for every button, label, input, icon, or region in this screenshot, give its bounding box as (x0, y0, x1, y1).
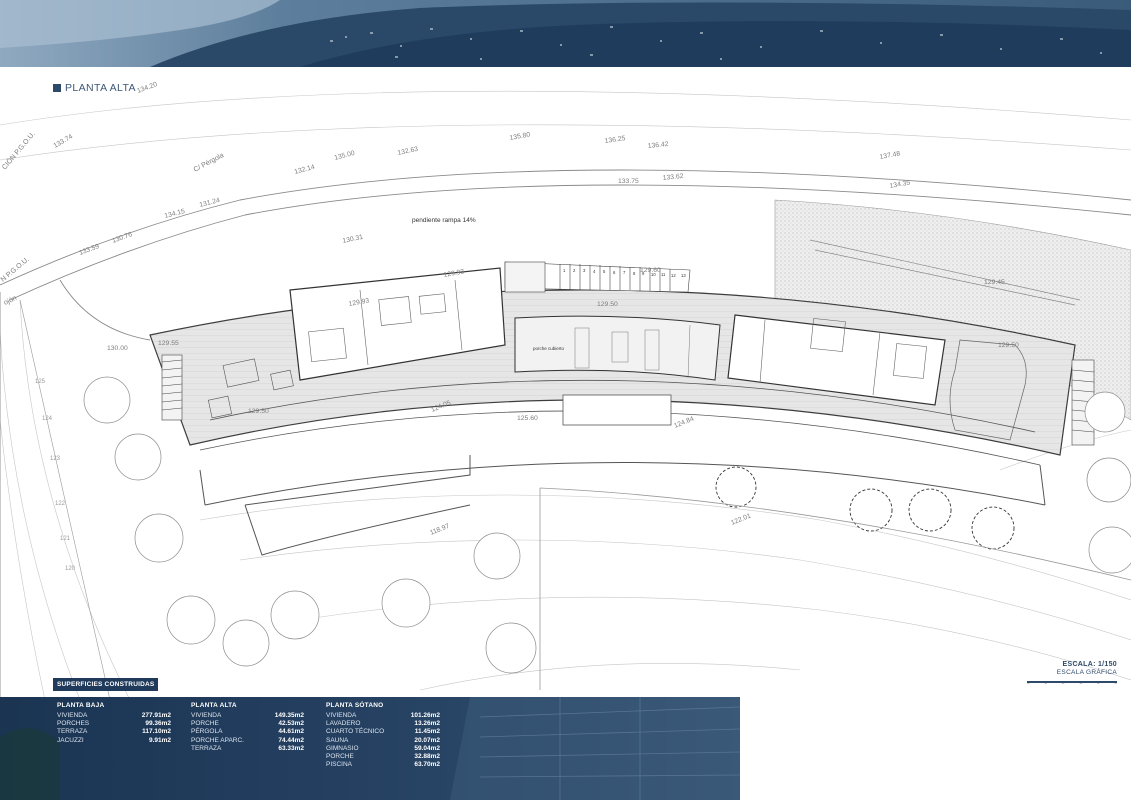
svg-text:130.31: 130.31 (342, 234, 364, 245)
area-row: PÉRGOLA 44.61m2 (191, 728, 304, 736)
site-plan-drawing: 1 2 3 4 5 6 7 8 9 10 11 12 13 C/ Pérgola… (0, 81, 1131, 697)
area-row: VIVIENDA 277.91m2 (57, 712, 171, 719)
shrubs (715, 466, 1015, 550)
areas-planta-baja: PLANTA BAJA VIVIENDA 277.91m2 PORCHES 99.3… (57, 702, 171, 745)
areas-heading: SUPERFICIES CONSTRUIDAS (53, 678, 159, 691)
svg-text:124: 124 (42, 416, 53, 422)
areas-planta-alta: PLANTA ALTA VIVIENDA 149.35m2 PORCHE 42.53… (191, 702, 304, 753)
pgou-label-3: ojón (3, 295, 18, 307)
svg-text:122: 122 (55, 501, 66, 507)
scale-indicator: ESCALA: 1/150 ESCALA GRÁFICA 012 345 (1027, 661, 1117, 692)
svg-text:130.00: 130.00 (107, 345, 128, 352)
svg-text:133.59: 133.59 (78, 243, 100, 257)
svg-text:129.55: 129.55 (158, 340, 179, 347)
area-row: CUARTO TÉCNICO 11.45m2 (326, 728, 440, 736)
svg-text:122.01: 122.01 (730, 512, 752, 526)
aerial-photo-graphic (0, 0, 1131, 67)
svg-text:134.20: 134.20 (136, 81, 158, 95)
pgou-label-2: N P.G.O.U. (0, 256, 31, 284)
planta-alta-title: PLANTA ALTA (191, 702, 237, 709)
svg-text:129.50: 129.50 (597, 301, 618, 308)
svg-text:129.50: 129.50 (998, 342, 1019, 349)
street-name-label: C/ Pérgola (193, 152, 226, 174)
svg-text:120: 120 (65, 566, 76, 572)
areas-planta-sotano: PLANTA SÓTANO VIVIENDA 101.26m2 LAVADERO 1… (326, 702, 440, 769)
area-row: JACUZZI 9.91m2 (57, 736, 171, 744)
water-feature (562, 394, 672, 426)
svg-text:134.35: 134.35 (889, 179, 911, 190)
svg-text:136.42: 136.42 (647, 141, 669, 150)
header-aerial-banner (0, 0, 1131, 67)
svg-text:131.24: 131.24 (199, 197, 221, 209)
pgou-label-1: CIÓN P.G.O.U. (0, 130, 37, 172)
area-row: GIMNASIO 59.04m2 (326, 744, 440, 752)
planta-baja-title: PLANTA BAJA (57, 702, 105, 709)
svg-text:12: 12 (671, 273, 676, 278)
svg-text:135.80: 135.80 (509, 131, 531, 142)
svg-text:133.74: 133.74 (53, 133, 75, 150)
svg-text:136.25: 136.25 (604, 135, 626, 145)
area-row: PORCHES 99.36m2 (57, 720, 171, 728)
svg-text:130.76: 130.76 (111, 231, 133, 245)
svg-text:11: 11 (661, 272, 666, 277)
scale-graphic-label: ESCALA GRÁFICA (1056, 669, 1117, 676)
svg-text:132.63: 132.63 (397, 146, 419, 157)
area-row: SAUNA 20.07m2 (326, 736, 440, 744)
area-row: PORCHE 32.88m2 (326, 753, 440, 761)
svg-text:124.84: 124.84 (673, 415, 695, 429)
area-row: PORCHE APARC. 74.44m2 (191, 736, 304, 744)
porche-label: porche cubierto (533, 346, 565, 351)
contour-labels: 125 124 123 122 121 120 (35, 379, 76, 572)
svg-text:118.97: 118.97 (429, 523, 451, 537)
central-stair (504, 261, 691, 293)
area-row: TERRAZA 117.10m2 (57, 728, 171, 736)
svg-text:129.50: 129.50 (248, 408, 269, 415)
left-stairs (161, 354, 183, 421)
svg-text:132.14: 132.14 (294, 164, 316, 176)
svg-text:133.62: 133.62 (662, 173, 684, 182)
svg-text:123: 123 (50, 456, 61, 462)
ramp-note: pendiente rampa 14% (412, 217, 476, 224)
svg-text:133.75: 133.75 (618, 178, 639, 185)
svg-text:125.60: 125.60 (517, 415, 538, 422)
svg-text:129.45: 129.45 (984, 279, 1005, 286)
areas-panel: PLANTA BAJA VIVIENDA 277.91m2 PORCHES 99.3… (0, 697, 740, 800)
scale-label: ESCALA: 1/150 (1062, 661, 1117, 668)
area-row: TERRAZA 63.33m2 (191, 744, 304, 752)
svg-text:135.00: 135.00 (334, 150, 356, 162)
area-row: VIVIENDA 149.35m2 (191, 712, 304, 719)
svg-text:125: 125 (35, 379, 46, 385)
area-row: VIVIENDA 101.26m2 (326, 712, 440, 719)
scale-bar: 012 345 (1027, 680, 1117, 692)
svg-text:121: 121 (60, 536, 71, 542)
svg-text:129.60: 129.60 (640, 267, 661, 274)
area-row: PISCINA 63.70m2 (326, 761, 440, 769)
planta-sotano-title: PLANTA SÓTANO (326, 702, 384, 709)
pool-outline (244, 455, 471, 556)
svg-text:137.48: 137.48 (879, 150, 901, 161)
svg-text:13: 13 (681, 273, 686, 278)
